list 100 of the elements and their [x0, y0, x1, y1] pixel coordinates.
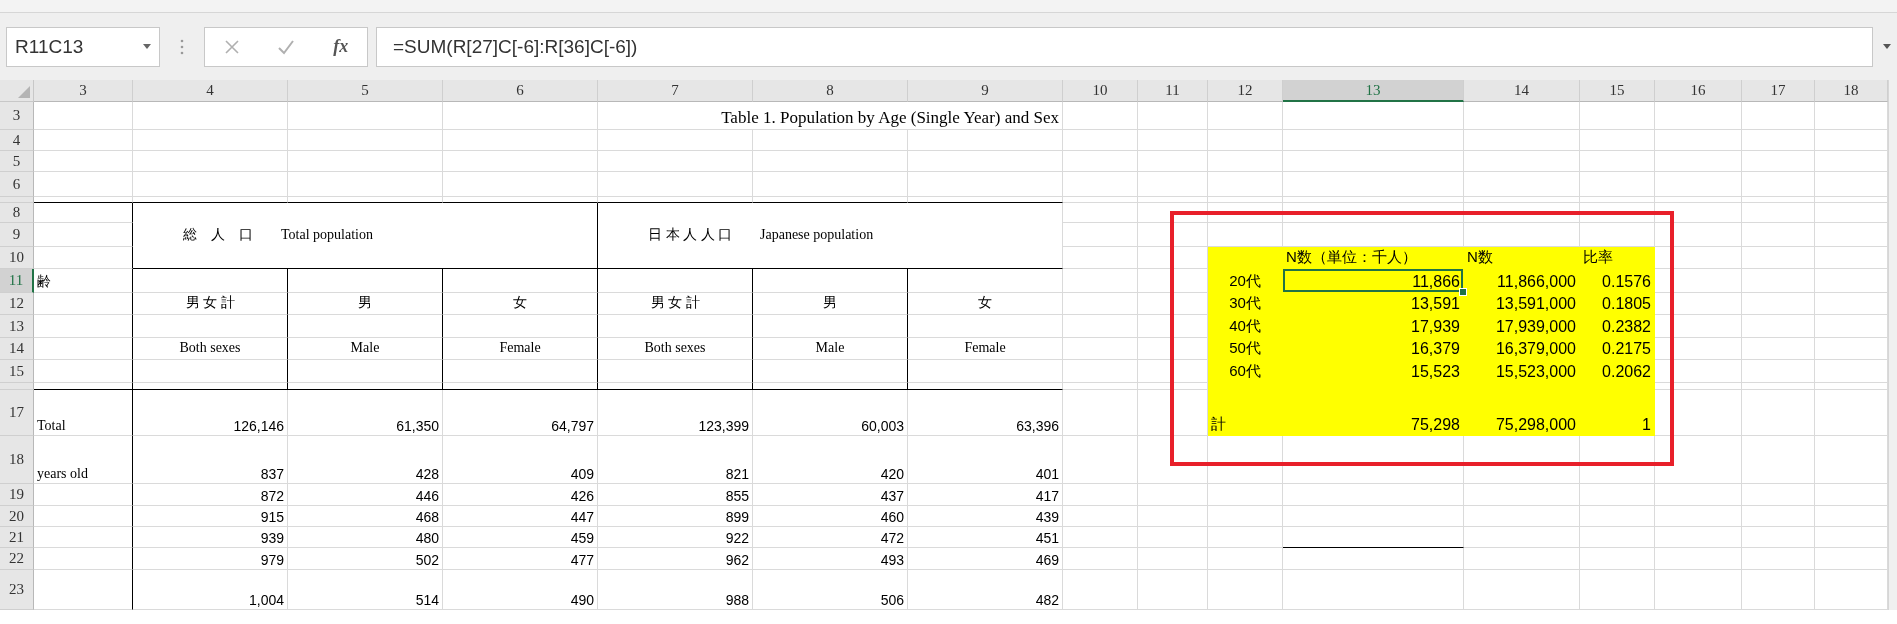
- row-header[interactable]: 12: [0, 293, 34, 315]
- table-cell: 60代: [1208, 360, 1283, 383]
- table-cell: [1138, 484, 1208, 506]
- table-cell: 64,797: [443, 390, 598, 436]
- column-header[interactable]: 7: [598, 80, 753, 102]
- table-cell: 962: [598, 548, 753, 570]
- row-header[interactable]: [0, 383, 34, 390]
- table-cell: 480: [288, 527, 443, 548]
- column-header[interactable]: 8: [753, 80, 908, 102]
- table-cell: Male: [288, 338, 443, 360]
- table-cell: 493: [753, 548, 908, 570]
- row-header[interactable]: 6: [0, 172, 34, 197]
- table-cell: 855: [598, 484, 753, 506]
- row-header[interactable]: 3: [0, 102, 34, 130]
- column-header[interactable]: 6: [443, 80, 598, 102]
- column-header[interactable]: 15: [1580, 80, 1655, 102]
- table-cell: N数（単位：千人）: [1283, 247, 1464, 269]
- table-cell: 計: [1208, 383, 1283, 436]
- column-header[interactable]: 3: [34, 80, 133, 102]
- row-header[interactable]: 13: [0, 315, 34, 338]
- table-cell: 409: [443, 436, 598, 484]
- row-header[interactable]: 21: [0, 527, 34, 548]
- drag-handle-icon[interactable]: [180, 38, 184, 55]
- table-cell: 437: [753, 484, 908, 506]
- table-cell: 468: [288, 506, 443, 527]
- table-cell: 15,523: [1283, 360, 1464, 383]
- insert-function-button[interactable]: fx: [333, 36, 349, 57]
- formula-field[interactable]: =SUM(R[27]C[-6]:R[36]C[-6]): [376, 26, 1873, 67]
- row-header[interactable]: 11: [0, 269, 34, 293]
- table-cell: 15,523,000: [1464, 360, 1580, 383]
- table-cell: 13,591: [1283, 293, 1464, 315]
- table-cell: 401: [908, 436, 1063, 484]
- table-cell: 11,866,000: [1464, 269, 1580, 293]
- table-cell: 428: [288, 436, 443, 484]
- row-header[interactable]: 14: [0, 338, 34, 360]
- row-header[interactable]: 5: [0, 151, 34, 172]
- row-header[interactable]: 20: [0, 506, 34, 527]
- row-header[interactable]: 10: [0, 247, 34, 269]
- table-cell: 915: [133, 506, 288, 527]
- table-cell: 16,379: [1283, 338, 1464, 360]
- row-header[interactable]: 8: [0, 203, 34, 223]
- table-cell: N数: [1464, 247, 1580, 269]
- name-box[interactable]: R11C13: [6, 26, 160, 67]
- table-cell: 63,396: [908, 390, 1063, 436]
- row-header[interactable]: 22: [0, 548, 34, 570]
- table-cell: years old: [34, 436, 133, 484]
- row-header[interactable]: 23: [0, 570, 34, 610]
- table-cell: 439: [908, 506, 1063, 527]
- table-cell: [1138, 203, 1208, 223]
- table-cell: 1: [1580, 383, 1655, 436]
- row-header[interactable]: 17: [0, 390, 34, 436]
- table-cell: 比率: [1580, 247, 1655, 269]
- corner-triangle-icon: [18, 86, 30, 98]
- table-cell: 男: [753, 293, 908, 315]
- table-cell: 0.1805: [1580, 293, 1655, 315]
- column-header[interactable]: 10: [1063, 80, 1138, 102]
- table-cell: 日 本 人 人 口 Japanese population: [598, 203, 1063, 269]
- table-cell: 0.1576: [1580, 269, 1655, 293]
- vertical-scrollbar[interactable]: [1888, 80, 1897, 610]
- table-cell: 477: [443, 548, 598, 570]
- column-header[interactable]: 18: [1815, 80, 1888, 102]
- column-header[interactable]: 4: [133, 80, 288, 102]
- table-cell: [1138, 527, 1208, 548]
- table-cell: 総 人 口 Total population: [133, 203, 598, 269]
- row-header[interactable]: 18: [0, 436, 34, 484]
- check-icon[interactable]: [277, 38, 296, 55]
- table-cell: Table 1. Population by Age (Single Year) and Sex: [598, 102, 1063, 130]
- table-cell: 447: [443, 506, 598, 527]
- row-header[interactable]: 19: [0, 484, 34, 506]
- select-all-button[interactable]: [0, 80, 34, 102]
- table-cell: 女: [443, 293, 598, 315]
- table-cell: 60,003: [753, 390, 908, 436]
- column-header[interactable]: 17: [1742, 80, 1815, 102]
- table-cell: 0.2175: [1580, 338, 1655, 360]
- column-header[interactable]: 5: [288, 80, 443, 102]
- table-cell: 459: [443, 527, 598, 548]
- row-header[interactable]: 15: [0, 360, 34, 383]
- table-cell: Both sexes: [598, 338, 753, 360]
- expand-caret-icon[interactable]: [1883, 44, 1891, 49]
- table-cell: 75,298,000: [1464, 383, 1580, 436]
- table-cell: 417: [908, 484, 1063, 506]
- table-cell: 0.2062: [1580, 360, 1655, 383]
- table-cell: 872: [133, 484, 288, 506]
- fill-handle[interactable]: [1459, 288, 1467, 296]
- table-cell: [1138, 102, 1208, 130]
- column-header[interactable]: 12: [1208, 80, 1283, 102]
- column-header[interactable]: 14: [1464, 80, 1580, 102]
- table-cell: 30代: [1208, 293, 1283, 315]
- cancel-icon[interactable]: [223, 38, 240, 55]
- column-header[interactable]: 13: [1283, 80, 1464, 102]
- table-cell: [1138, 548, 1208, 570]
- table-cell: [1138, 436, 1208, 484]
- column-header[interactable]: 9: [908, 80, 1063, 102]
- column-header[interactable]: 16: [1655, 80, 1742, 102]
- table-cell: 899: [598, 506, 753, 527]
- row-header[interactable]: 9: [0, 223, 34, 247]
- row-header[interactable]: 4: [0, 130, 34, 151]
- row-header[interactable]: [0, 197, 34, 203]
- column-header[interactable]: 11: [1138, 80, 1208, 102]
- table-cell: 男: [288, 293, 443, 315]
